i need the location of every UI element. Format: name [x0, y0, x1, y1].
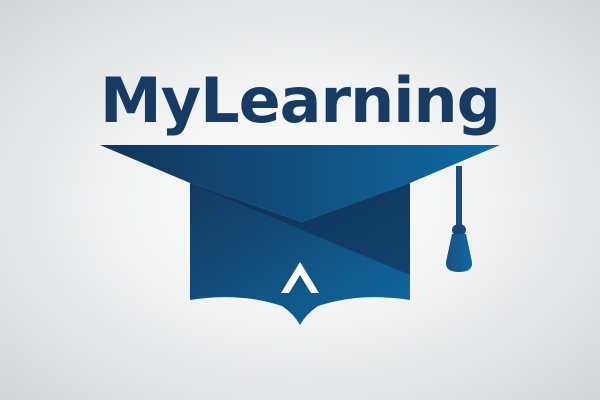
tassel-cord: [456, 166, 462, 228]
graduation-cap-icon: [100, 145, 500, 325]
tassel-fringe: [445, 234, 473, 272]
cap-board: [100, 145, 500, 222]
